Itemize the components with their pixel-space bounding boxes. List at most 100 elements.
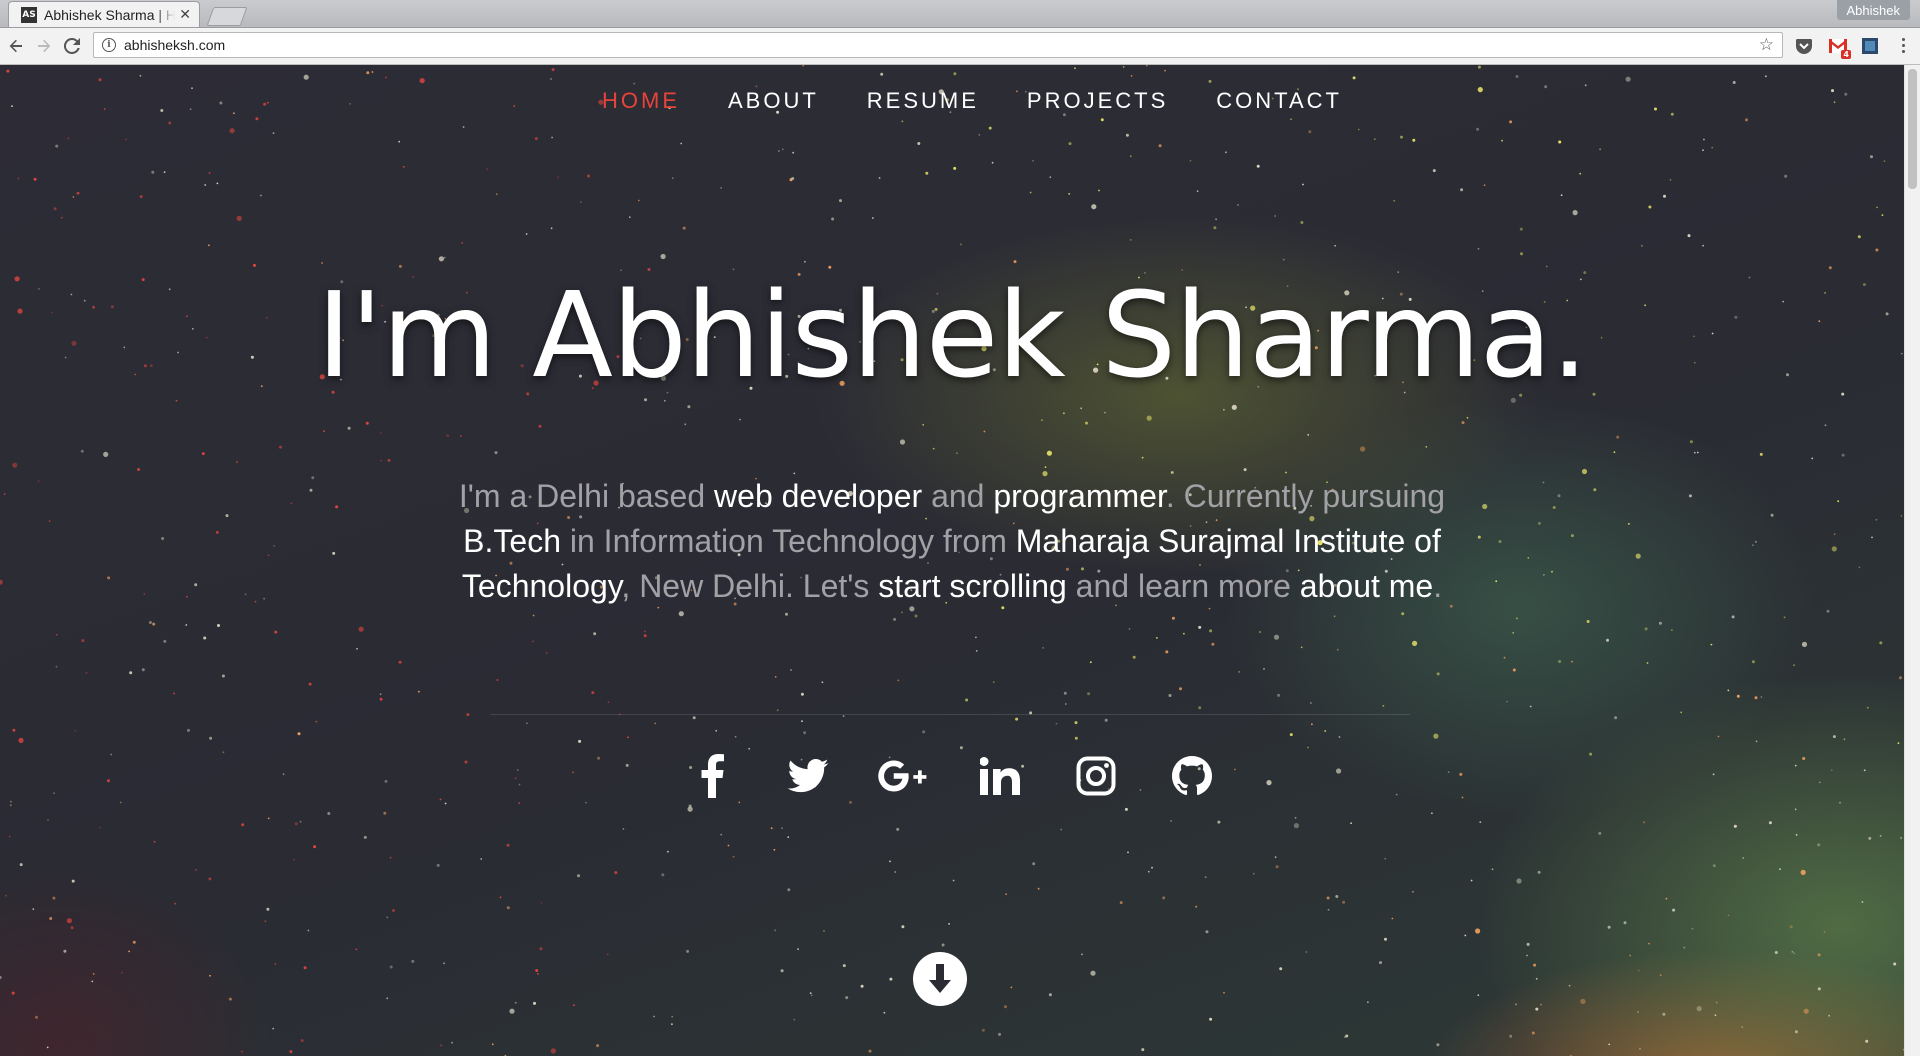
star-dot (688, 804, 692, 808)
star-dot (152, 622, 156, 626)
star-dot (209, 736, 213, 740)
star-dot (1063, 691, 1067, 695)
star-dot (1379, 961, 1382, 965)
star-dot (98, 78, 102, 82)
github-link[interactable] (1164, 748, 1220, 804)
star-dot (1211, 642, 1215, 646)
close-tab-icon[interactable]: ✕ (179, 7, 191, 23)
star-dot (1090, 970, 1096, 976)
linkedin-link[interactable] (972, 748, 1028, 804)
star-dot (1060, 828, 1063, 831)
pocket-extension-button[interactable] (1794, 36, 1814, 56)
nav-resume-link[interactable]: RESUME (867, 88, 979, 114)
star-dot (1779, 868, 1781, 870)
nav-projects-link[interactable]: PROJECTS (1027, 88, 1168, 114)
star-dot (1293, 823, 1299, 829)
star-dot (842, 715, 845, 717)
star-dot (1533, 963, 1537, 967)
star-dot (1029, 191, 1032, 194)
reload-button[interactable] (62, 36, 82, 56)
star-dot (1512, 632, 1515, 634)
nav-about-link[interactable]: ABOUT (728, 88, 819, 114)
star-dot (229, 128, 235, 134)
star-dot (1715, 1001, 1718, 1004)
gmail-extension-button[interactable]: 4 (1828, 36, 1851, 59)
star-dot (550, 1048, 556, 1054)
star-dot (1751, 660, 1755, 664)
star-dot (67, 137, 70, 140)
star-dot (1662, 1012, 1666, 1016)
star-dot (1345, 1034, 1349, 1038)
star-dot (797, 948, 799, 950)
gmail-unread-badge: 4 (1841, 50, 1851, 59)
bookmark-star-icon[interactable]: ☆ (1759, 36, 1774, 54)
browser-tab[interactable]: AS Abhishek Sharma | Home ✕ (8, 1, 200, 27)
star-dot (173, 692, 176, 695)
star-dot (1004, 1005, 1007, 1009)
page-scrollbar[interactable] (1904, 65, 1920, 1056)
star-dot (1195, 905, 1198, 908)
star-dot (1828, 1014, 1831, 1017)
star-dot (1861, 901, 1864, 903)
star-dot (514, 1001, 517, 1004)
new-tab-button[interactable] (206, 7, 248, 26)
forward-button[interactable] (34, 36, 54, 56)
star-dot (1119, 901, 1123, 905)
star-dot (1089, 661, 1092, 664)
star-dot (1170, 820, 1172, 822)
intro-text: in Information Technology from (560, 523, 1016, 559)
star-dot (1049, 176, 1052, 179)
browser-menu-icon[interactable] (1902, 38, 1906, 56)
star-dot (1824, 424, 1827, 427)
star-dot (671, 177, 674, 179)
star-dot (1274, 856, 1277, 859)
address-bar[interactable]: i abhisheksh.com ☆ (93, 32, 1783, 58)
star-dot (720, 833, 723, 836)
star-dot (1013, 260, 1017, 264)
extension-button[interactable] (1860, 36, 1880, 56)
star-dot (255, 117, 259, 121)
star-dot (1333, 615, 1336, 618)
star-dot (1436, 672, 1440, 676)
star-dot (975, 636, 977, 639)
star-dot (692, 716, 696, 720)
google-plus-link[interactable] (876, 748, 932, 804)
star-dot (899, 439, 906, 445)
star-dot (1879, 835, 1882, 837)
hero-title: I'm Abhishek Sharma. (316, 266, 1589, 404)
twitter-link[interactable] (780, 748, 836, 804)
star-dot (1881, 214, 1884, 217)
star-dot (1765, 75, 1767, 78)
star-dot (1688, 494, 1692, 498)
star-dot (389, 965, 393, 969)
instagram-link[interactable] (1068, 748, 1124, 804)
star-dot (1535, 977, 1538, 980)
star-dot (203, 636, 207, 640)
star-dot (793, 1018, 796, 1021)
star-dot (216, 182, 219, 185)
star-dot (1893, 962, 1897, 966)
intro-text: . Currently pursuing (1165, 478, 1446, 514)
scroll-down-button[interactable] (913, 952, 967, 1006)
facebook-link[interactable] (684, 748, 740, 804)
scrollbar-thumb[interactable] (1908, 69, 1917, 189)
star-dot (1537, 870, 1541, 874)
star-dot (418, 690, 420, 693)
star-dot (371, 71, 374, 73)
nav-contact-link[interactable]: CONTACT (1216, 88, 1342, 114)
star-dot (1639, 1047, 1641, 1050)
nav-home-link[interactable]: HOME (602, 88, 680, 114)
star-dot (1063, 412, 1065, 415)
star-dot (1273, 634, 1280, 640)
star-dot (1460, 188, 1464, 192)
star-dot (831, 217, 835, 221)
intro-text: , New Delhi. Let's (621, 568, 879, 604)
site-info-icon[interactable]: i (102, 38, 116, 52)
star-dot (1498, 540, 1502, 543)
star-dot (1572, 210, 1578, 216)
star-dot (12, 728, 16, 732)
back-button[interactable] (6, 36, 26, 56)
star-dot (98, 826, 101, 829)
star-dot (1689, 440, 1693, 444)
profile-button[interactable]: Abhishek (1836, 0, 1910, 20)
